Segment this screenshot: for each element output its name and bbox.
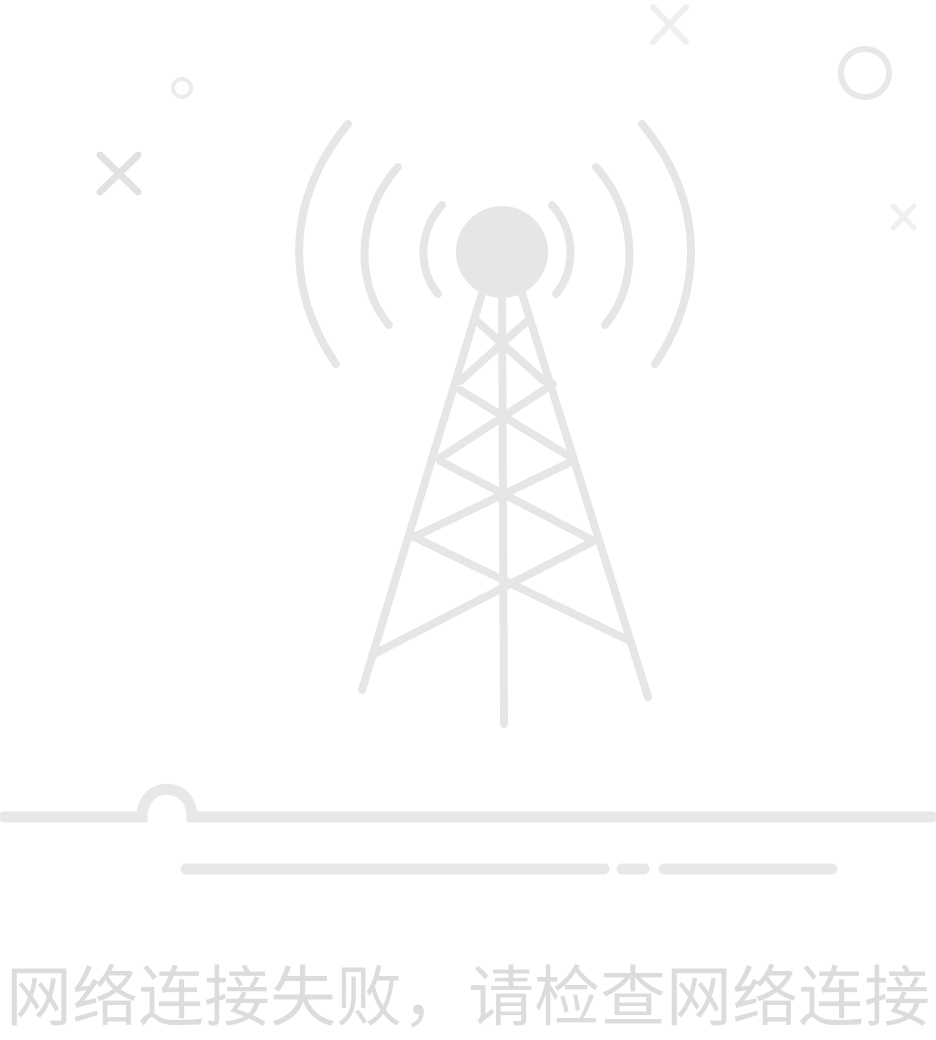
circle-decor-icon [171, 77, 193, 99]
ground-lines [0, 783, 936, 875]
network-error-page: 网络连接失败，请检查网络连接 [0, 0, 936, 1040]
antenna-ball [456, 206, 548, 298]
cross-decor-icon [890, 203, 917, 231]
network-error-illustration [0, 4, 936, 875]
error-message: 网络连接失败，请检查网络连接 [6, 959, 930, 1036]
cross-decor-icon [650, 4, 689, 45]
decorative-shapes [96, 4, 917, 231]
cross-decor-icon [96, 151, 142, 196]
circle-decor-icon [838, 46, 892, 100]
